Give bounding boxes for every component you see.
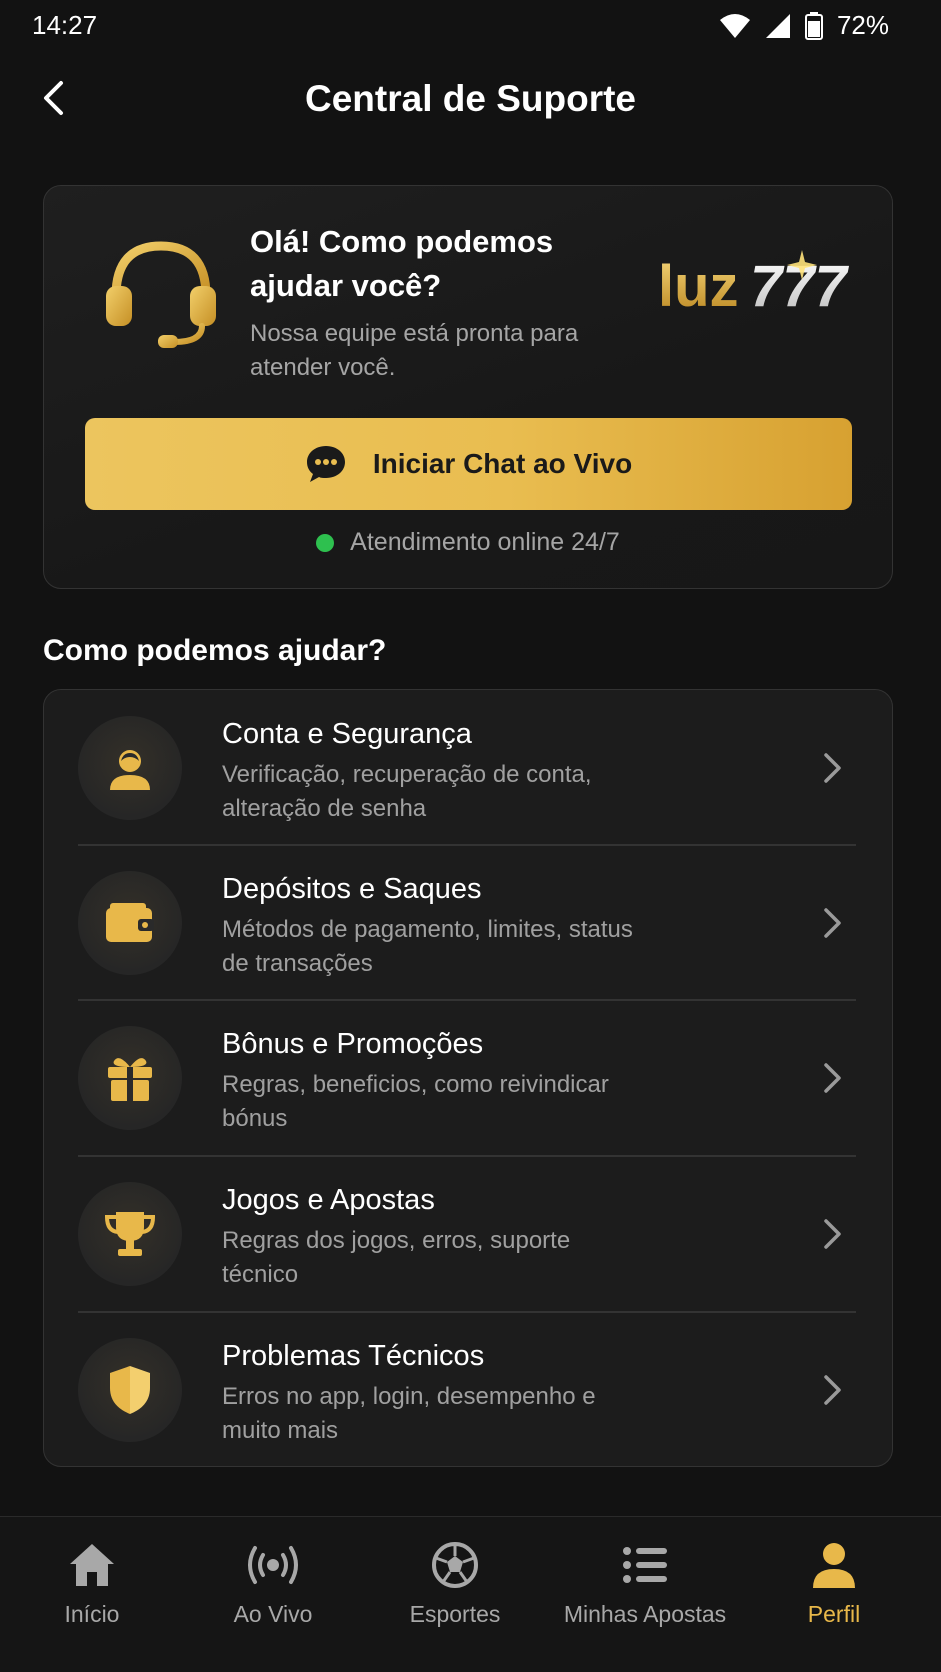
- wifi-icon: [719, 13, 750, 38]
- section-title: Como podemos ajudar?: [43, 634, 387, 667]
- battery-level: 72%: [836, 10, 889, 40]
- help-item-games-bets[interactable]: Jogos e Apostas Regras dos jogos, erros,…: [44, 1156, 894, 1311]
- page-title: Central de Suporte: [305, 78, 636, 119]
- icon-circle: [78, 1182, 182, 1286]
- online-status: Atendimento online 24/7: [44, 528, 892, 557]
- status-icons: 72%: [719, 10, 889, 41]
- start-live-chat-button[interactable]: Iniciar Chat ao Vivo: [85, 418, 852, 510]
- chevron-right-icon: [814, 903, 850, 943]
- help-item-technical-problems[interactable]: Problemas Técnicos Erros no app, login, …: [44, 1312, 894, 1467]
- online-status-text: Atendimento online 24/7: [350, 528, 620, 556]
- help-item-title: Jogos e Apostas: [222, 1184, 435, 1216]
- nav-item-live[interactable]: Ao Vivo: [178, 1537, 368, 1637]
- status-bar: 14:27 72%: [0, 0, 941, 52]
- help-item-title: Bônus e Promoções: [222, 1028, 484, 1060]
- nav-item-sports[interactable]: Esportes: [360, 1537, 550, 1637]
- help-item-title: Conta e Segurança: [222, 718, 472, 750]
- help-topics-list: Conta e Segurança Verificação, recuperaç…: [43, 689, 893, 1467]
- support-hero-card: Olá! Como podemos ajudar você? Nossa equ…: [43, 185, 893, 589]
- help-item-desc: Regras dos jogos, erros, suporte técnico: [222, 1227, 571, 1288]
- chat-bubble-icon: [306, 446, 345, 482]
- online-dot-icon: [316, 533, 335, 552]
- help-item-desc: Métodos de pagamento, limites, status de…: [222, 916, 633, 977]
- chat-button-label: Iniciar Chat ao Vivo: [372, 448, 633, 479]
- signal-icon: [765, 13, 790, 38]
- battery-icon: [804, 11, 823, 40]
- trophy-icon: [104, 1212, 156, 1256]
- help-item-desc: Verificação, recuperação de conta, alter…: [222, 761, 592, 822]
- nav-item-my-bets[interactable]: Minhas Apostas: [550, 1537, 740, 1637]
- help-item-title: Problemas Técnicos: [222, 1340, 485, 1372]
- brand-logo: luz 777: [658, 250, 850, 319]
- icon-circle: [78, 1026, 182, 1130]
- wallet-icon: [106, 903, 154, 942]
- chevron-right-icon: [814, 1370, 850, 1410]
- nav-label: Esportes: [409, 1601, 501, 1627]
- help-item-account-security[interactable]: Conta e Segurança Verificação, recuperaç…: [44, 690, 894, 845]
- nav-label: Ao Vivo: [233, 1601, 313, 1627]
- help-item-desc: Erros no app, login, desempenho e muito …: [222, 1383, 596, 1444]
- chevron-right-icon: [814, 748, 850, 788]
- help-item-desc: Regras, beneficios, como reivindicar bón…: [222, 1071, 609, 1132]
- nav-label: Início: [64, 1601, 120, 1627]
- nav-label: Perfil: [807, 1601, 861, 1627]
- hero-subtitle: Nossa equipe está pronta para atender vo…: [250, 320, 579, 381]
- user-icon: [110, 750, 150, 790]
- gift-icon: [108, 1058, 152, 1101]
- svg-text:luz: luz: [658, 254, 739, 319]
- header: Central de Suporte: [0, 60, 941, 140]
- chevron-right-icon: [814, 1058, 850, 1098]
- icon-circle: [78, 1338, 182, 1442]
- broadcast-icon: [248, 1546, 298, 1584]
- help-item-bonus-promotions[interactable]: Bônus e Promoções Regras, beneficios, co…: [44, 1000, 894, 1155]
- help-item-deposits-withdrawals[interactable]: Depósitos e Saques Métodos de pagamento,…: [44, 845, 894, 1000]
- help-item-title: Depósitos e Saques: [222, 873, 482, 905]
- chevron-right-icon: [814, 1214, 850, 1254]
- profile-icon: [813, 1543, 855, 1588]
- icon-circle: [78, 871, 182, 975]
- icon-circle: [78, 716, 182, 820]
- shield-icon: [110, 1366, 150, 1414]
- list-icon: [623, 1547, 667, 1583]
- support-screen: 14:27 72% Central de Suporte Olá! Como p…: [0, 0, 941, 1672]
- status-time: 14:27: [32, 10, 98, 40]
- nav-item-profile[interactable]: Perfil: [739, 1537, 929, 1637]
- headset-icon: [106, 241, 216, 348]
- hero-title: Olá! Como podemos ajudar você?: [250, 224, 554, 303]
- bottom-nav: Início Ao Vivo Esportes Minhas Apostas P…: [0, 1516, 941, 1672]
- nav-label: Minhas Apostas: [563, 1601, 727, 1627]
- soccer-ball-icon: [432, 1542, 478, 1588]
- home-icon: [70, 1544, 114, 1586]
- nav-item-home[interactable]: Início: [0, 1537, 187, 1637]
